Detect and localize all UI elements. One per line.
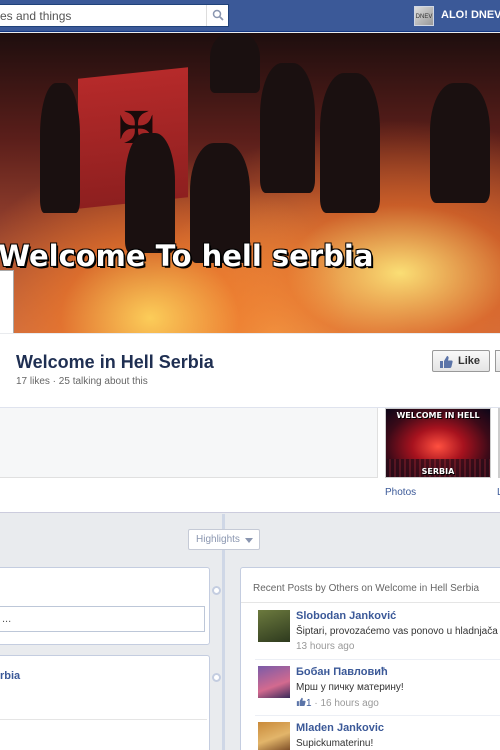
page-header: Welcome in Hell Serbia 17 likes · 25 tal…	[0, 334, 500, 408]
like-button-label: Like	[458, 355, 481, 367]
photos-link[interactable]: Photos	[385, 487, 416, 498]
page-stats: 17 likes · 25 talking about this	[16, 376, 148, 387]
recent-posts-card: Recent Posts by Others on Welcome in Hel…	[240, 567, 500, 750]
search-box[interactable]: es and things	[0, 4, 229, 27]
post-author[interactable]: Mladen Jankovic	[296, 722, 384, 734]
thumbs-up-icon	[440, 356, 453, 368]
status-composer-card: ...	[0, 567, 210, 645]
search-icon	[212, 9, 224, 21]
timeline-post-card: rbia	[0, 655, 210, 750]
post-text: Мрш у пичку материну!	[296, 682, 404, 693]
highlights-dropdown[interactable]: Highlights	[188, 529, 260, 550]
profile-name-link[interactable]: ALO! DNEV	[441, 9, 500, 21]
post-page-name[interactable]: rbia	[0, 670, 20, 682]
photos-thumbnail[interactable]: WELCOME IN HELL SERBIA	[385, 408, 491, 478]
post-text: Supickumaterinu!	[296, 738, 374, 749]
post-text: Šiptari, provozaćemo vas ponovo u hladnj…	[296, 626, 498, 637]
recent-post: Бобан Павловић Мрш у пичку материну! 1 ·…	[241, 659, 500, 713]
recent-posts-title[interactable]: Recent Posts by Others on Welcome in Hel…	[253, 583, 479, 594]
about-photos-row: WELCOME IN HELL SERBIA Photos L	[0, 408, 500, 513]
thumbs-up-icon[interactable]	[296, 697, 306, 706]
timeline-dot	[212, 586, 221, 595]
page-profile-picture[interactable]	[0, 270, 14, 333]
recent-post: Slobodan Janković Šiptari, provozaćemo v…	[241, 603, 500, 657]
cover-photo[interactable]: ✠ Welcome To hell serbia	[0, 33, 500, 333]
post-author[interactable]: Slobodan Janković	[296, 610, 396, 622]
avatar[interactable]	[258, 666, 290, 698]
avatar[interactable]	[258, 722, 290, 750]
avatar[interactable]	[258, 610, 290, 642]
message-button[interactable]	[495, 350, 500, 372]
like-button[interactable]: Like	[432, 350, 490, 372]
post-like-count[interactable]: 1	[306, 698, 312, 709]
thumbnail-caption-top: WELCOME IN HELL	[396, 411, 480, 420]
thumbnail-caption-bottom: SERBIA	[421, 467, 455, 476]
post-timestamp[interactable]: · 16 hours ago	[314, 698, 379, 709]
highlights-label: Highlights	[196, 534, 240, 545]
post-meta: 1 · 16 hours ago	[296, 697, 379, 709]
chevron-down-icon	[245, 538, 253, 543]
timeline-dot	[212, 673, 221, 682]
post-author[interactable]: Бобан Павловић	[296, 666, 388, 678]
post-timestamp[interactable]: 13 hours ago	[296, 641, 354, 652]
search-button[interactable]	[206, 5, 228, 26]
search-input[interactable]: es and things	[0, 9, 71, 23]
page-title[interactable]: Welcome in Hell Serbia	[16, 352, 214, 373]
recent-post: Mladen Jankovic Supickumaterinu!	[241, 715, 500, 750]
top-bar: es and things DNEV ALO! DNEV	[0, 0, 500, 32]
cover-overlay-text: Welcome To hell serbia	[0, 239, 374, 273]
status-input[interactable]: ...	[0, 606, 205, 632]
profile-avatar[interactable]: DNEV	[414, 6, 434, 26]
about-section[interactable]	[0, 408, 378, 478]
